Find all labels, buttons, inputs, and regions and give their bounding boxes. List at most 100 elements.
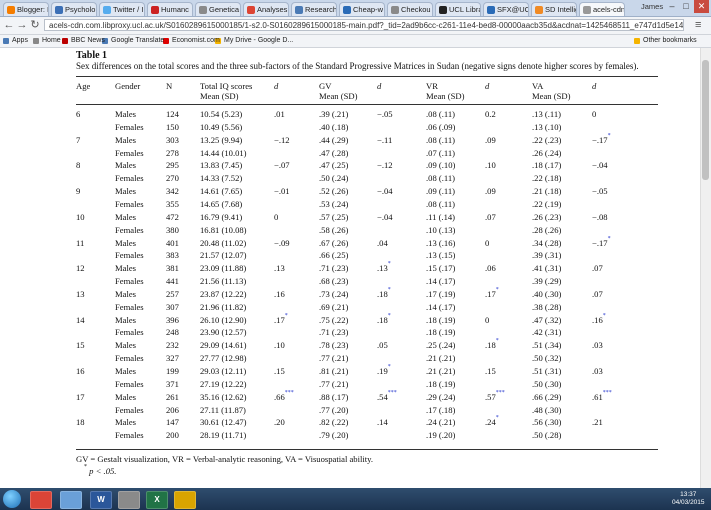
cell-n: 303 xyxy=(166,134,179,145)
header-d-vr: d xyxy=(485,81,490,91)
pdf-viewer: Table 1 Sex differences on the total sco… xyxy=(0,48,711,488)
cell-vr: .21 (.21) xyxy=(426,353,456,364)
browser-tab[interactable]: Research xyxy=(291,2,337,16)
cell-total: 21.57 (12.07) xyxy=(200,250,247,261)
browser-tab[interactable]: Cheap-w xyxy=(339,2,385,16)
cell-d-va: −.17* xyxy=(592,235,611,248)
bookmark-item[interactable]: Apps xyxy=(3,35,28,47)
cell-d-vr: .10 xyxy=(485,160,496,171)
browser-tab[interactable]: SFX@UCI xyxy=(483,2,529,16)
cell-gv: .39 (.21) xyxy=(319,109,349,119)
bookmark-item[interactable]: Economist.com xyxy=(163,35,220,47)
cell-total: 13.25 (9.94) xyxy=(200,134,243,145)
cell-va: .50 (.30) xyxy=(532,378,562,389)
cell-d-va: −.17* xyxy=(592,132,611,145)
cell-total: 29.09 (14.61) xyxy=(200,340,247,351)
cell-d-va: −.04 xyxy=(592,160,608,171)
profile-name[interactable]: James xyxy=(641,2,663,11)
cell-gv: .44 (.29) xyxy=(319,134,349,145)
cell-gender: Females xyxy=(115,327,144,338)
scrollbar-thumb[interactable] xyxy=(702,60,709,180)
taskbar-app-icon[interactable] xyxy=(118,491,140,509)
significance-marker: * xyxy=(495,415,499,422)
cell-total: 28.19 (11.71) xyxy=(200,430,247,441)
bookmark-item[interactable]: BBC News xyxy=(62,35,105,47)
cell-gender: Males xyxy=(115,237,137,248)
browser-tab[interactable]: UCL Libra xyxy=(435,2,481,16)
header-gender: Gender xyxy=(115,81,141,91)
cell-gv: .75 (.22) xyxy=(319,314,349,325)
browser-tab[interactable]: Twitter / I xyxy=(99,2,145,16)
cell-d-gv: .18* xyxy=(377,286,391,299)
cell-total: 14.65 (7.68) xyxy=(200,198,243,209)
browser-tab[interactable]: acels-cdn xyxy=(579,2,625,16)
cell-va: .50 (.32) xyxy=(532,353,562,364)
cell-gv: .88 (.17) xyxy=(319,391,349,402)
browser-tab[interactable]: SD Intelligen xyxy=(531,2,577,16)
cell-n: 124 xyxy=(166,109,179,119)
bookmark-item[interactable]: Google Translate xyxy=(102,35,164,47)
maximize-icon[interactable]: □ xyxy=(680,0,692,13)
taskbar-app-icon[interactable]: X xyxy=(146,491,168,509)
cell-gender: Females xyxy=(115,404,144,415)
table-top-rule xyxy=(76,76,658,77)
taskbar-app-icon[interactable] xyxy=(30,491,52,509)
bookmark-item[interactable]: Home xyxy=(33,35,61,47)
cell-gv: .82 (.22) xyxy=(319,417,349,428)
taskbar-app-icon[interactable] xyxy=(60,491,82,509)
system-clock[interactable]: 13:37 04/03/2015 xyxy=(672,491,705,507)
forward-icon[interactable]: → xyxy=(16,19,28,31)
menu-icon[interactable]: ≡ xyxy=(695,19,701,31)
cell-gv: .57 (.25) xyxy=(319,211,349,222)
cell-total: 14.44 (10.01) xyxy=(200,147,247,158)
browser-tab[interactable]: Checkou xyxy=(387,2,433,16)
header-n: N xyxy=(166,81,173,91)
browser-tab[interactable]: Blogger: I xyxy=(3,2,49,16)
favicon-icon xyxy=(391,6,399,14)
cell-n: 307 xyxy=(166,301,179,312)
cell-total: 27.19 (12.22) xyxy=(200,378,247,389)
cell-d-gv: .14 xyxy=(377,417,388,428)
significance-marker: * xyxy=(495,338,499,345)
cell-vr: .09 (.11) xyxy=(426,186,456,197)
taskbar-app-icon[interactable] xyxy=(174,491,196,509)
favicon-icon xyxy=(55,6,63,14)
bookmark-item[interactable]: My Drive - Google D... xyxy=(215,35,293,47)
browser-tab[interactable]: Humanc xyxy=(147,2,193,16)
cell-va: .40 (.30) xyxy=(532,288,562,299)
footnote-significance: * p < .05. xyxy=(84,464,117,476)
cell-vr: .18 (.19) xyxy=(426,378,456,389)
cell-total: 21.56 (11.13) xyxy=(200,276,247,287)
tab-label: Blogger: I xyxy=(17,5,49,14)
browser-tab[interactable]: Genetica xyxy=(195,2,241,16)
reload-icon[interactable]: ↻ xyxy=(29,19,41,31)
start-button[interactable] xyxy=(3,490,21,508)
header-va-2: Mean (SD) xyxy=(532,91,571,101)
browser-tab[interactable]: Psycholo xyxy=(51,2,97,16)
taskbar-app-icon[interactable]: W xyxy=(90,491,112,509)
url-input[interactable]: acels-cdn.com.libproxy.ucl.ac.uk/S016028… xyxy=(44,19,684,31)
cell-va: .22 (.19) xyxy=(532,198,562,209)
header-age: Age xyxy=(76,81,91,91)
significance-marker: * xyxy=(387,364,391,370)
table-title: Table 1 xyxy=(76,50,108,61)
browser-tab[interactable]: Analyses xyxy=(243,2,289,16)
favicon-icon xyxy=(439,6,447,14)
other-bookmarks[interactable]: Other bookmarks xyxy=(634,35,697,47)
cell-total: 27.77 (12.98) xyxy=(200,353,247,364)
cell-gender: Males xyxy=(115,417,137,428)
cell-d-gv: −.04 xyxy=(377,211,393,222)
cell-total: 13.83 (7.45) xyxy=(200,160,243,171)
cell-vr: .14 (.17) xyxy=(426,301,456,312)
cell-n: 327 xyxy=(166,353,179,364)
cell-gender: Males xyxy=(115,288,137,299)
cell-n: 199 xyxy=(166,366,179,376)
close-icon[interactable]: ✕ xyxy=(694,0,709,13)
cell-gender: Females xyxy=(115,378,144,389)
back-icon[interactable]: ← xyxy=(3,19,15,31)
cell-d-vr: 0 xyxy=(485,237,490,248)
bookmark-icon xyxy=(33,38,39,44)
significance-marker: *** xyxy=(284,389,294,396)
significance-marker: *** xyxy=(495,389,505,396)
minimize-icon[interactable]: – xyxy=(666,0,678,13)
